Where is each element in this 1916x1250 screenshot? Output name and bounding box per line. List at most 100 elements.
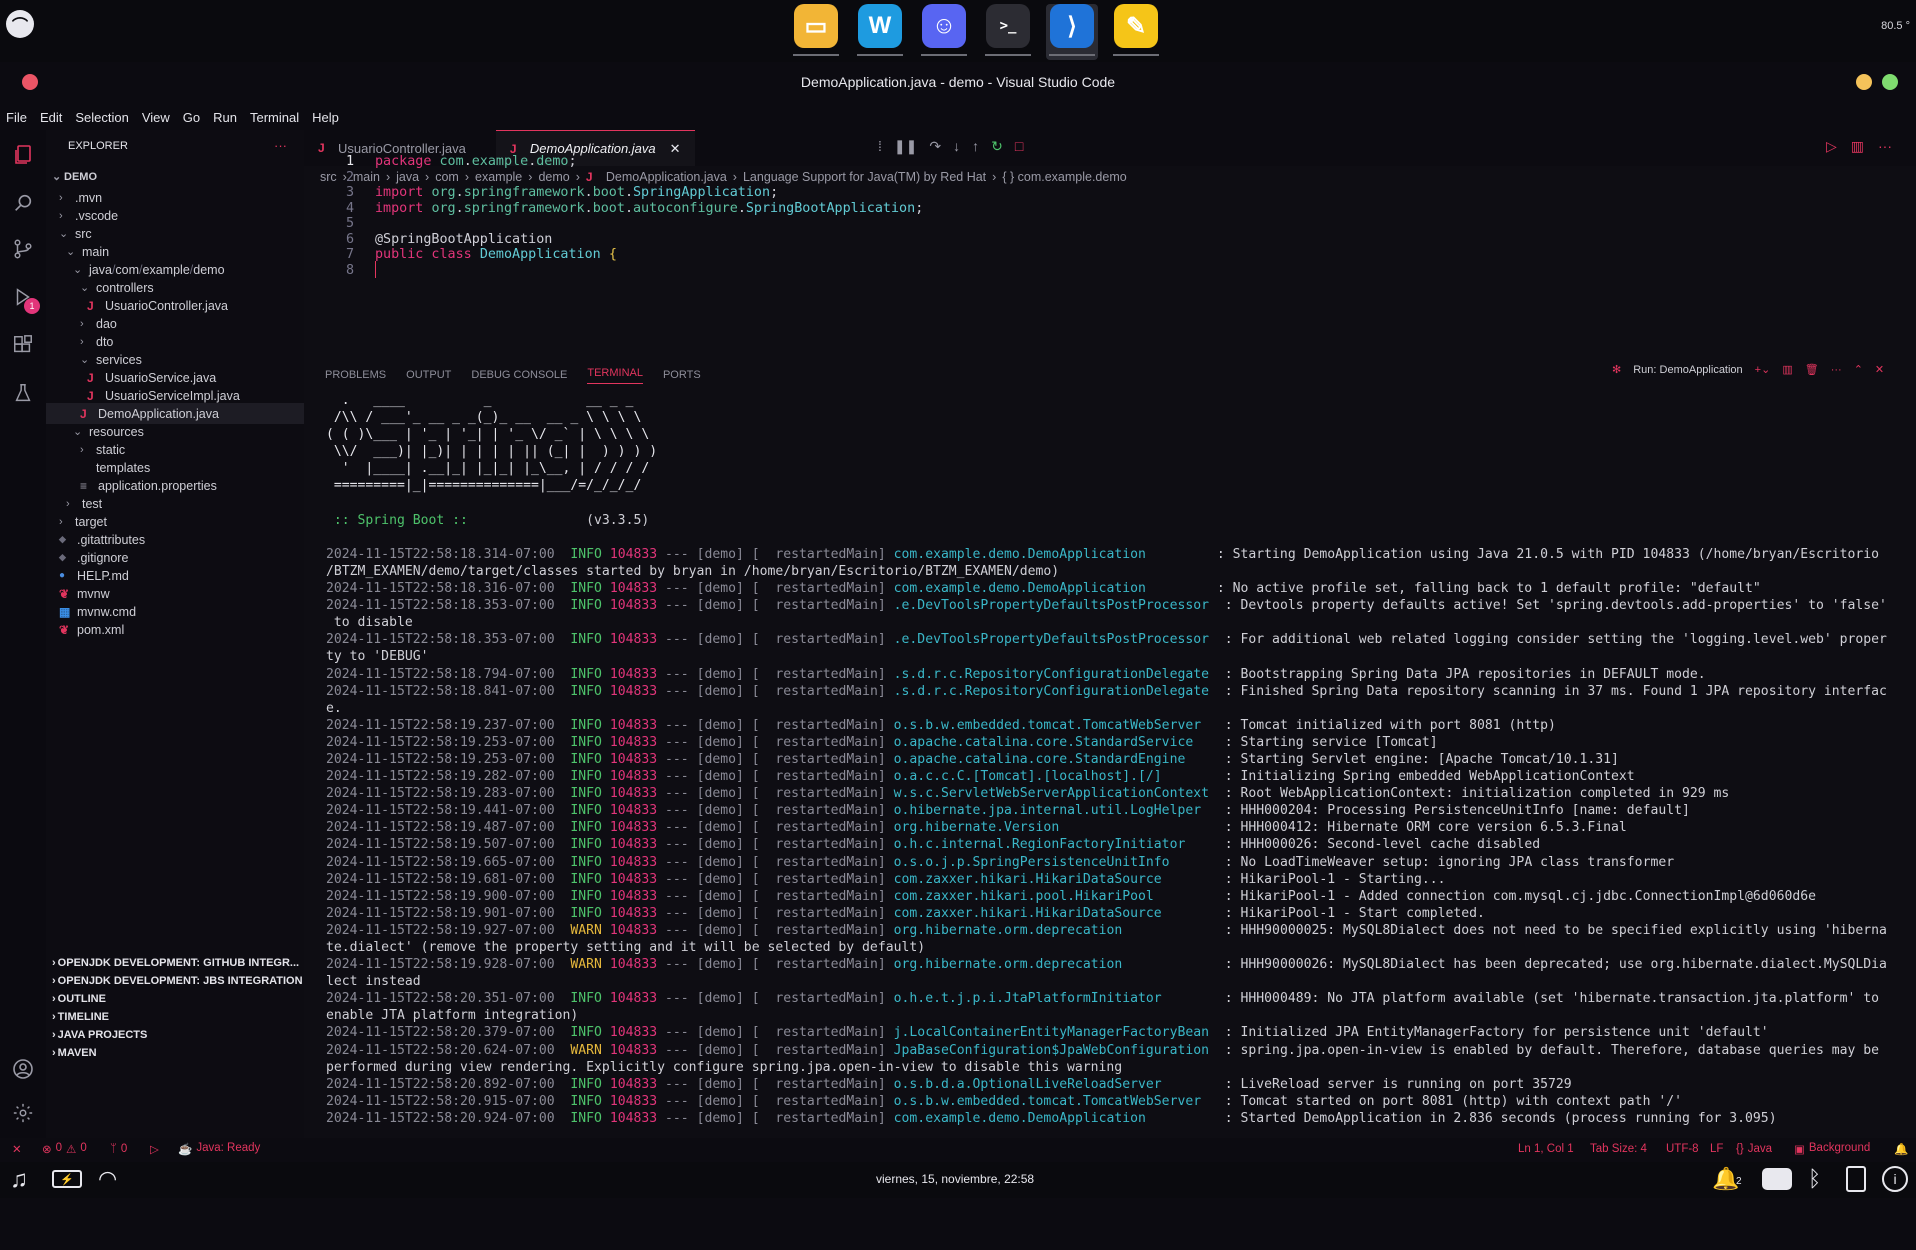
log-pid: 104833 <box>609 751 658 767</box>
log-timestamp: 2024-11-15T22:58:20.624-07:00 <box>326 1042 555 1058</box>
maximize-window-button[interactable] <box>1882 74 1898 90</box>
settings-gear-icon[interactable] <box>10 1100 36 1126</box>
log-timestamp: 2024-11-15T22:58:19.283-07:00 <box>326 786 555 802</box>
extensions-icon[interactable] <box>10 332 36 358</box>
add-terminal-icon[interactable]: +⌄ <box>1755 363 1771 376</box>
log-level: INFO <box>570 1076 602 1092</box>
split-editor-icon[interactable]: ▥ <box>1851 138 1864 155</box>
files-icon[interactable]: ▭ <box>794 4 838 48</box>
notifications-icon[interactable]: 🔔 <box>1894 1142 1908 1156</box>
source-control-icon[interactable] <box>10 236 36 262</box>
menu-view[interactable]: View <box>142 110 170 125</box>
panel-run-label[interactable]: Run: DemoApplication <box>1633 364 1742 376</box>
cursor-position[interactable]: Ln 1, Col 1 <box>1518 1143 1574 1155</box>
windsurf-icon[interactable]: W <box>858 4 902 48</box>
search-icon[interactable] <box>10 190 36 216</box>
dock-slot[interactable]: ⟩ <box>1046 4 1098 60</box>
sidebar-section-header[interactable]: › MAVEN <box>46 1042 304 1063</box>
dock-slot[interactable]: ✎ <box>1110 4 1162 60</box>
close-window-button[interactable] <box>22 74 38 90</box>
log-logger: com.zaxxer.hikari.HikariDataSource <box>893 905 1217 921</box>
java-status[interactable]: ☕ Java: Ready <box>178 1142 260 1156</box>
trash-icon[interactable]: 🗑 <box>1805 363 1819 376</box>
tree-root-demo[interactable]: ⌄ DEMO <box>46 166 304 187</box>
minimize-window-button[interactable] <box>1856 74 1872 90</box>
clock[interactable]: viernes, 15, noviembre, 22:58 <box>876 1172 1034 1186</box>
encoding[interactable]: UTF-8 <box>1666 1143 1699 1155</box>
dock-slot[interactable]: W <box>854 4 906 60</box>
bluetooth-icon[interactable]: ᛒ <box>1808 1166 1821 1192</box>
log-message: : Tomcat started on port 8081 (http) wit… <box>1216 1093 1682 1109</box>
log-pid: 104833 <box>609 922 658 938</box>
panel-tab-debug-console[interactable]: DEBUG CONSOLE <box>471 369 567 381</box>
step-over-icon[interactable]: ↷ <box>929 138 941 155</box>
warning-icon: ⚠ <box>66 1144 77 1156</box>
drag-handle-icon[interactable]: ⁞ <box>878 138 882 155</box>
terminal-output[interactable]: . ____ _ __ _ _ /\\ / ___'_ __ _ _(_)_ _… <box>326 392 1896 1250</box>
run-icon[interactable]: ▷ <box>1826 138 1837 155</box>
menu-terminal[interactable]: Terminal <box>250 110 299 125</box>
battery-icon[interactable]: ⚡ <box>52 1170 82 1188</box>
account-icon[interactable] <box>10 1056 36 1082</box>
panel-tab-ports[interactable]: PORTS <box>663 369 701 381</box>
info-icon[interactable]: i <box>1882 1166 1908 1192</box>
menu-run[interactable]: Run <box>213 110 237 125</box>
menu-go[interactable]: Go <box>183 110 200 125</box>
menu-selection[interactable]: Selection <box>75 110 128 125</box>
log-line: 2024-11-15T22:58:18.841-07:00 INFO 10483… <box>326 683 1896 700</box>
log-pid: 104833 <box>609 1076 658 1092</box>
close-panel-icon[interactable]: ✕ <box>1875 363 1884 376</box>
terminal-icon[interactable]: >_ <box>986 4 1030 48</box>
menu-file[interactable]: File <box>6 110 27 125</box>
chevron-right-icon: › <box>59 515 63 528</box>
log-message: : HHH90000026: MySQL8Dialect has been de… <box>1216 957 1887 973</box>
end-of-line[interactable]: LF <box>1710 1143 1723 1155</box>
more-actions-icon[interactable]: ··· <box>1878 138 1892 155</box>
dock-slot[interactable]: >_ <box>982 4 1034 60</box>
testing-flask-icon[interactable] <box>10 380 36 406</box>
vscode-icon[interactable]: ⟩ <box>1050 4 1094 48</box>
braces-icon: {} <box>1736 1143 1744 1155</box>
step-into-icon[interactable]: ↓ <box>953 138 960 155</box>
ports-indicator[interactable]: ᛘ0 <box>110 1143 127 1155</box>
log-timestamp: 2024-11-15T22:58:19.282-07:00 <box>326 769 555 785</box>
log-line: 2024-11-15T22:58:19.665-07:00 INFO 10483… <box>326 854 1896 871</box>
discord-tray-icon[interactable] <box>1762 1168 1792 1190</box>
tree-item[interactable]: ❦ pom.xml <box>46 619 304 640</box>
ubuntu-circle-icon[interactable]: ⌒ <box>6 10 34 38</box>
panel-tab-terminal[interactable]: TERMINAL <box>587 367 643 384</box>
log-timestamp: 2024-11-15T22:58:20.924-07:00 <box>326 1110 555 1126</box>
language-mode[interactable]: {} Java <box>1736 1143 1772 1155</box>
menu-help[interactable]: Help <box>312 110 339 125</box>
background-status[interactable]: ▣ Background <box>1794 1142 1870 1156</box>
log-message: : Starting DemoApplication using Java 21… <box>1208 546 1880 562</box>
restart-icon[interactable]: ↻ <box>991 138 1003 155</box>
panel-more-icon[interactable]: ··· <box>1831 364 1842 376</box>
stop-icon[interactable]: □ <box>1015 138 1023 155</box>
problems-indicator[interactable]: ⊗ 0 ⚠ 0 <box>42 1142 87 1156</box>
wifi-icon[interactable]: ◠ <box>98 1166 117 1192</box>
log-continuation: performed during view rendering. Explici… <box>326 1059 1123 1075</box>
notes-icon[interactable]: ✎ <box>1114 4 1158 48</box>
dock-slot[interactable]: ▭ <box>790 4 842 60</box>
discord-icon[interactable]: ☺ <box>922 4 966 48</box>
dock-indicator <box>1113 54 1159 56</box>
clipboard-icon[interactable] <box>1846 1166 1866 1192</box>
dock-slot[interactable]: ☺ <box>918 4 970 60</box>
step-out-icon[interactable]: ↑ <box>972 138 979 155</box>
maximize-panel-icon[interactable]: ⌃ <box>1854 363 1863 376</box>
explorer-icon[interactable] <box>10 142 36 168</box>
remote-icon[interactable]: ✕ <box>12 1142 22 1156</box>
explorer-more-icon[interactable]: ··· <box>274 138 287 153</box>
tab-size[interactable]: Tab Size: 4 <box>1590 1143 1647 1155</box>
log-pid: 104833 <box>609 837 658 853</box>
music-icon[interactable]: ♫ <box>10 1166 28 1194</box>
panel-tab-problems[interactable]: PROBLEMS <box>325 369 386 381</box>
log-thread: --- [demo] [ restartedMain] <box>657 717 894 733</box>
pause-icon[interactable]: ❚❚ <box>894 138 917 155</box>
split-terminal-icon[interactable]: ▥ <box>1782 363 1792 376</box>
log-logger: o.s.b.w.embedded.tomcat.TomcatWebServer <box>893 1093 1217 1109</box>
menu-edit[interactable]: Edit <box>40 110 62 125</box>
run-status-icon[interactable]: ▷ <box>150 1142 159 1156</box>
panel-tab-output[interactable]: OUTPUT <box>406 369 451 381</box>
